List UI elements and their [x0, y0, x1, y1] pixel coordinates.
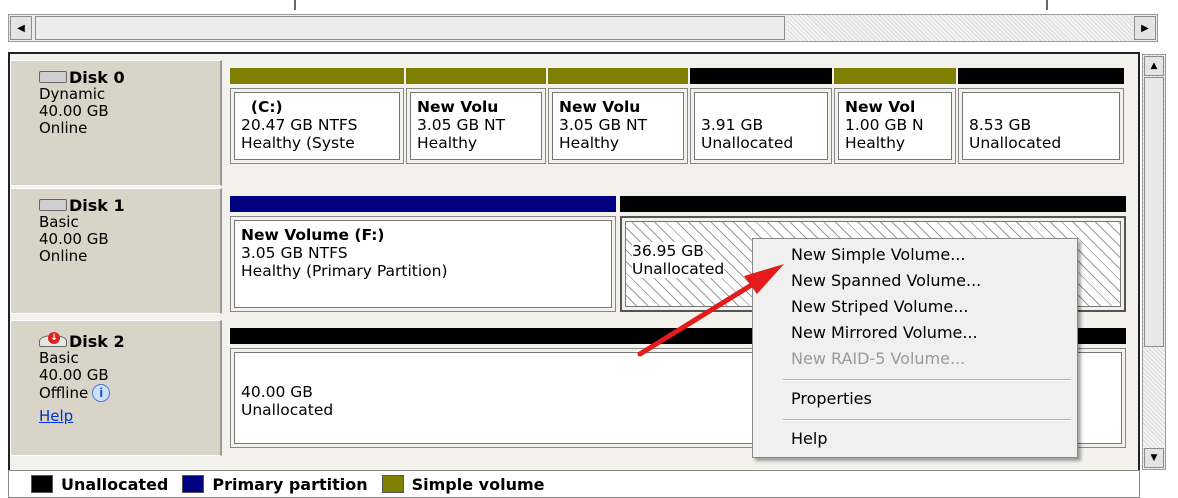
partition-status: Unallocated [632, 260, 725, 278]
partition-label: (C:) [250, 98, 283, 116]
partition-0-4[interactable]: New Vol 1.00 GB N Healthy [834, 68, 956, 164]
context-menu: New Simple Volume... New Spanned Volume.… [752, 238, 1078, 458]
partition-bar [620, 196, 1126, 212]
scroll-up-icon[interactable]: ▲ [1144, 56, 1164, 76]
partition-bar [230, 196, 616, 212]
partition-label: New Volume (F:) [241, 226, 385, 244]
disk-status: Offline [39, 383, 89, 402]
disk-icon [39, 198, 67, 211]
partition-bar [834, 68, 956, 84]
partition-size: 20.47 GB NTFS [241, 116, 358, 134]
partition-0-5[interactable]: 8.53 GB Unallocated [958, 68, 1124, 164]
menu-item-properties[interactable]: Properties [791, 389, 872, 409]
horizontal-scrollbar[interactable]: ◀ ▶ [8, 14, 1158, 42]
disk-icon [39, 70, 67, 83]
disk-size: 40.00 GB [39, 230, 109, 248]
offline-disk-icon [39, 331, 67, 347]
partition-status: Unallocated [969, 134, 1062, 152]
legend: Unallocated Primary partition Simple vol… [8, 470, 1140, 498]
disk-name: Disk 2 [69, 332, 125, 351]
partition-bar [406, 68, 546, 84]
vertical-scrollbar[interactable]: ▲ ▼ [1142, 54, 1166, 470]
disk-status: Online [39, 247, 88, 265]
scroll-down-icon[interactable]: ▼ [1144, 448, 1164, 468]
menu-item-new-spanned-volume[interactable]: New Spanned Volume... [791, 271, 981, 291]
partition-1-0[interactable]: New Volume (F:) 3.05 GB NTFS Healthy (Pr… [230, 196, 616, 312]
partition-label: New Volu [417, 98, 499, 116]
disk-name: Disk 1 [69, 196, 125, 215]
horizontal-scroll-thumb[interactable] [35, 16, 785, 40]
menu-item-new-striped-volume[interactable]: New Striped Volume... [791, 297, 968, 317]
partition-status: Healthy [845, 134, 906, 152]
partition-label: New Volu [559, 98, 641, 116]
partition-size: 8.53 GB [969, 116, 1032, 134]
partition-size: 36.95 GB [632, 242, 704, 260]
partition-size: 40.00 GB [241, 383, 313, 401]
disk-info-0[interactable]: Disk 0 Dynamic 40.00 GB Online [10, 60, 222, 186]
legend-item: Simple volume [381, 474, 545, 494]
disk-0-partitions: (C:) 20.47 GB NTFS Healthy (Syste New Vo… [230, 68, 1130, 186]
legend-label: Simple volume [411, 474, 545, 494]
menu-separator [783, 419, 1071, 421]
menu-separator [783, 379, 1071, 381]
legend-swatch [381, 475, 404, 493]
legend-item: Unallocated [31, 475, 168, 494]
partition-0-2[interactable]: New Volu 3.05 GB NT Healthy [548, 68, 688, 164]
legend-label: Unallocated [61, 474, 169, 494]
disk-type: Dynamic [39, 85, 106, 103]
horizontal-scroll-track[interactable] [787, 15, 1133, 41]
scroll-left-icon[interactable]: ◀ [10, 16, 32, 40]
help-link[interactable]: Help [39, 408, 73, 425]
vertical-scroll-thumb[interactable] [1144, 77, 1164, 347]
partition-status: Healthy [417, 134, 478, 152]
partition-label: New Vol [845, 98, 916, 116]
partition-status: Healthy (Syste [241, 134, 355, 152]
partition-status: Unallocated [701, 134, 794, 152]
partition-status: Healthy (Primary Partition) [241, 262, 448, 280]
partition-size: 3.05 GB NT [417, 116, 506, 134]
upper-pane-edge [294, 0, 1048, 10]
disk-row-0[interactable]: Disk 0 Dynamic 40.00 GB Online (C:) 20.4… [10, 60, 1138, 186]
partition-1-1[interactable]: 36.95 GB Unallocated [620, 196, 1126, 312]
partition-size: 3.91 GB [701, 116, 764, 134]
disk-type: Basic [39, 349, 79, 367]
disk-size: 40.00 GB [39, 366, 109, 384]
partition-0-3[interactable]: 3.91 GB Unallocated [690, 68, 832, 164]
partition-0-0[interactable]: (C:) 20.47 GB NTFS Healthy (Syste [230, 68, 404, 164]
partition-0-1[interactable]: New Volu 3.05 GB NT Healthy [406, 68, 546, 164]
partition-size: 3.05 GB NTFS [241, 244, 348, 262]
disk-type: Basic [39, 213, 79, 231]
info-icon[interactable]: i [92, 384, 111, 402]
menu-item-new-mirrored-volume[interactable]: New Mirrored Volume... [791, 323, 978, 343]
partition-status: Healthy [559, 134, 620, 152]
legend-label: Primary partition [212, 474, 368, 494]
legend-swatch [182, 475, 205, 493]
partition-bar [958, 68, 1124, 84]
legend-swatch [31, 475, 53, 493]
partition-status: Unallocated [241, 401, 334, 419]
disk-info-1[interactable]: Disk 1 Basic 40.00 GB Online [10, 188, 222, 314]
partition-bar [690, 68, 832, 84]
partition-size: 1.00 GB N [845, 116, 924, 134]
disk-status: Online [39, 119, 88, 137]
scroll-right-icon[interactable]: ▶ [1134, 16, 1156, 40]
menu-item-help[interactable]: Help [791, 429, 827, 449]
menu-item-new-raid5-volume: New RAID-5 Volume... [791, 349, 966, 368]
disk-size: 40.00 GB [39, 102, 109, 120]
disk-info-2[interactable]: Disk 2 Basic 40.00 GB Offlinei Help [10, 320, 222, 456]
disk-name: Disk 0 [69, 68, 125, 87]
partition-bar [230, 68, 404, 84]
partition-size: 3.05 GB NT [559, 116, 648, 134]
legend-item: Primary partition [182, 474, 368, 494]
menu-item-new-simple-volume[interactable]: New Simple Volume... [791, 245, 965, 265]
partition-bar [548, 68, 688, 84]
